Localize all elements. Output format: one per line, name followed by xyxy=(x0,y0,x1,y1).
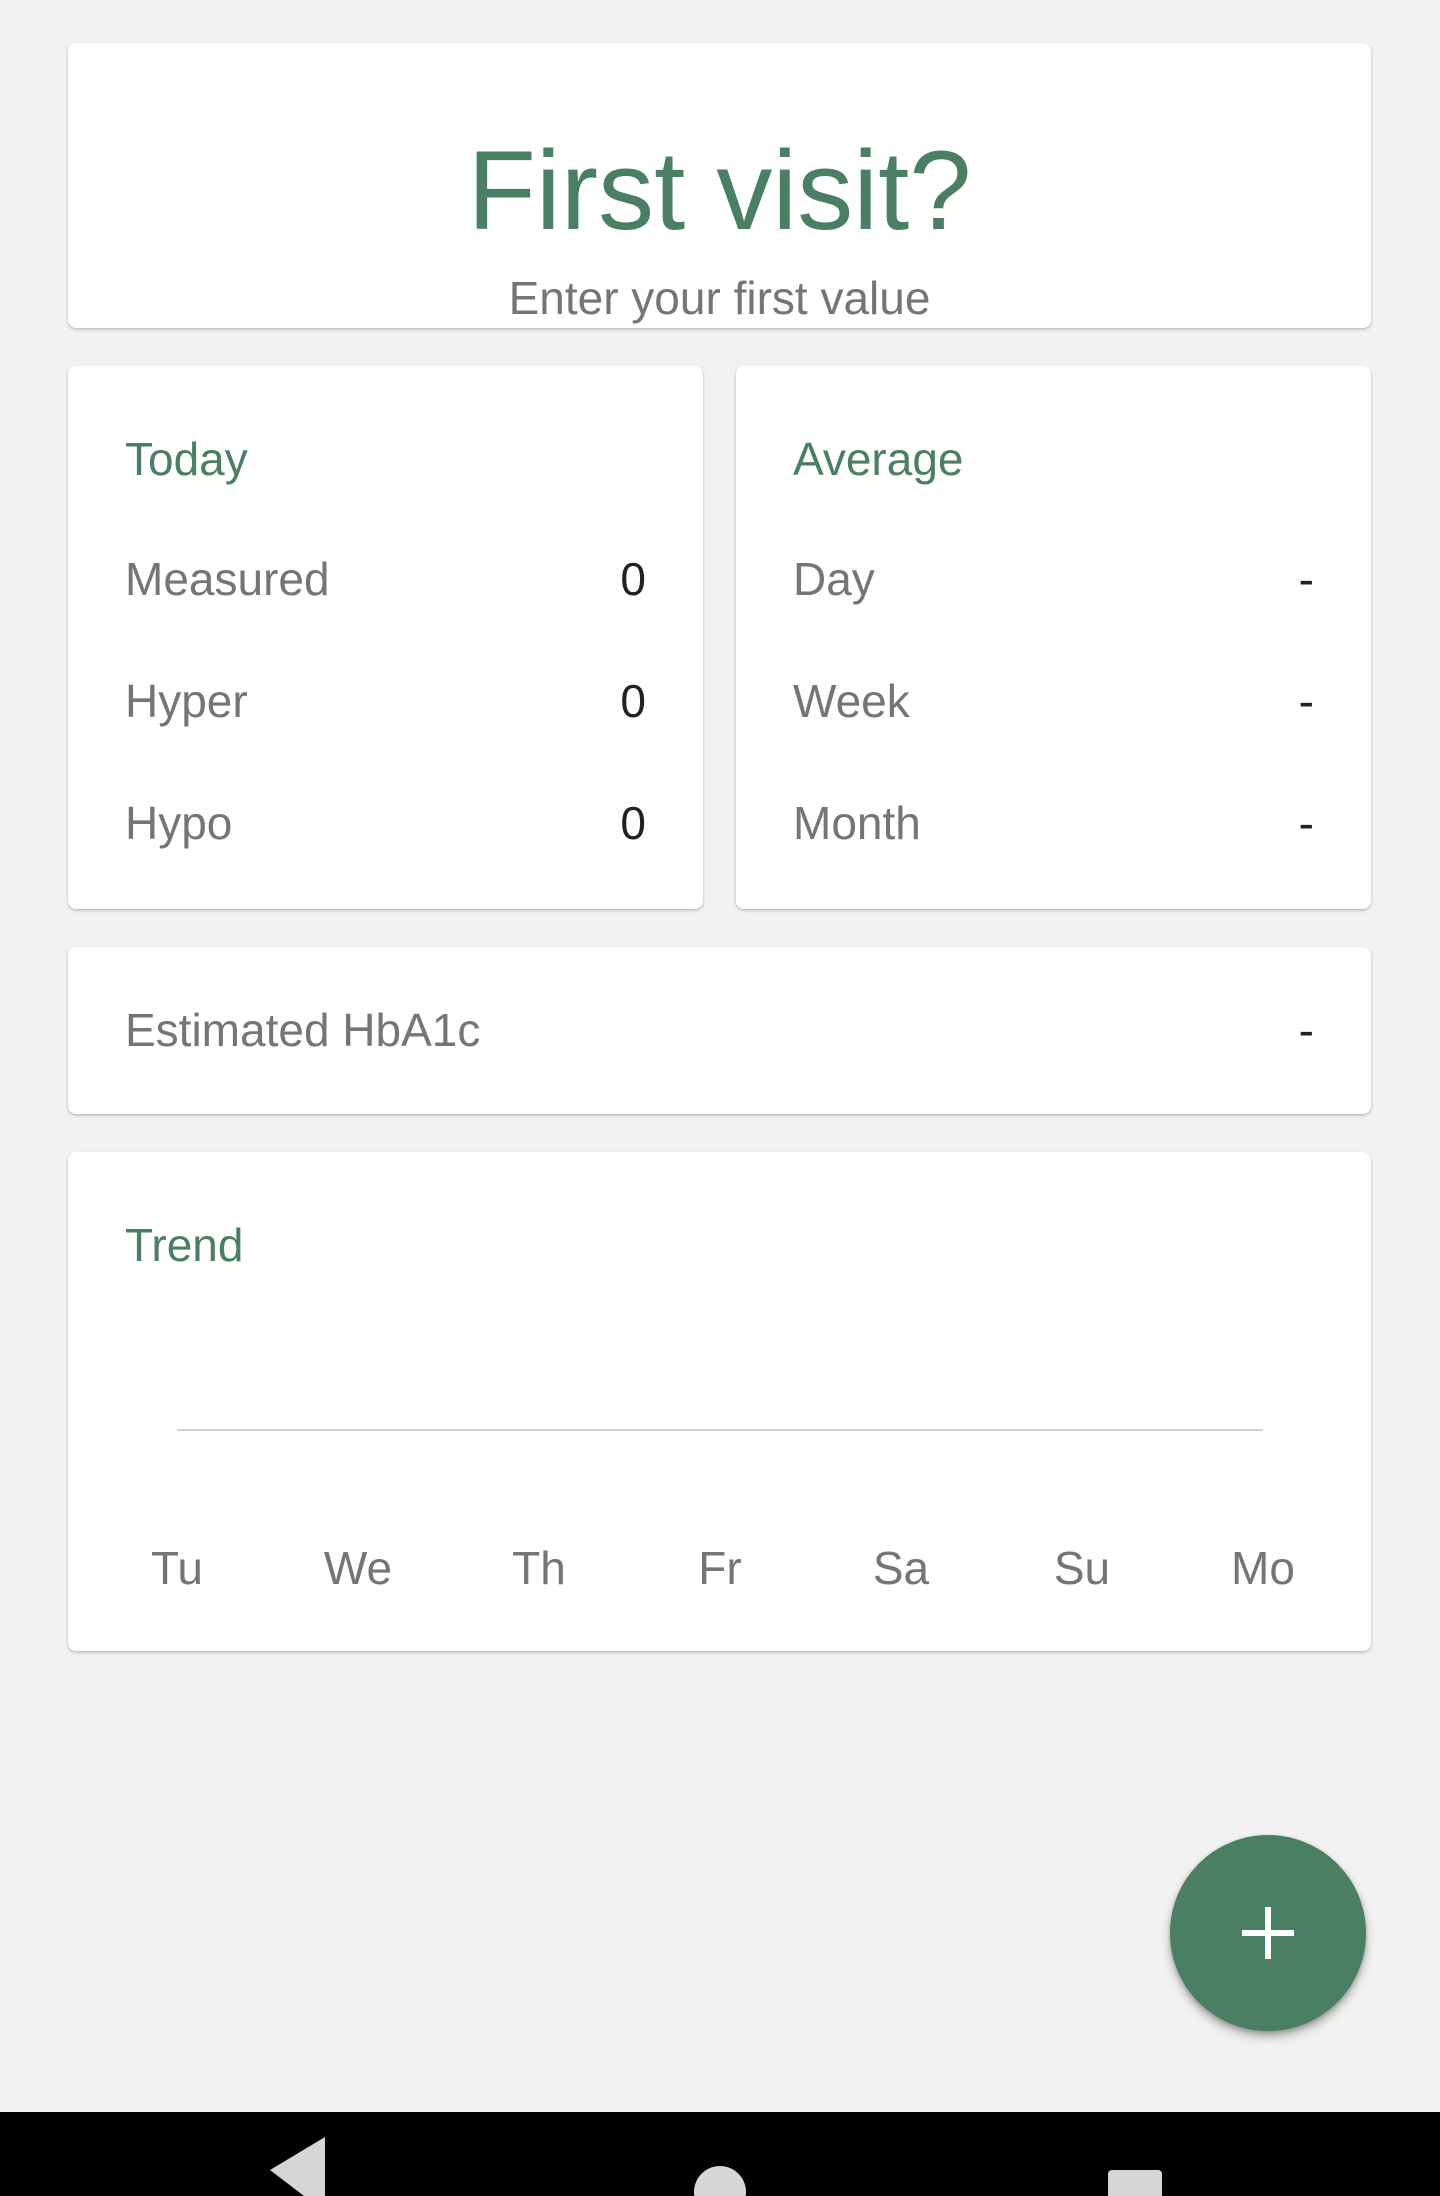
average-row-month: Month - xyxy=(793,793,1314,853)
stat-value: 0 xyxy=(620,797,646,849)
stat-value: - xyxy=(1298,797,1314,849)
x-tick-label: Mo xyxy=(1231,1542,1295,1594)
x-tick-label: Tu xyxy=(151,1542,203,1594)
today-heading: Today xyxy=(125,433,248,485)
home-circle-icon[interactable] xyxy=(694,2166,746,2196)
stat-label: Week xyxy=(793,675,910,727)
stat-label: Month xyxy=(793,797,921,849)
x-tick-label: We xyxy=(324,1542,392,1594)
stat-label: Hypo xyxy=(125,797,233,849)
average-row-day: Day - xyxy=(793,549,1314,609)
today-row-hypo: Hypo 0 xyxy=(125,793,646,853)
recents-square-icon[interactable] xyxy=(1108,2170,1162,2196)
today-row-hyper: Hyper 0 xyxy=(125,671,646,731)
page-subtitle: Enter your first value xyxy=(508,272,931,324)
stat-value: 0 xyxy=(620,675,646,727)
average-heading: Average xyxy=(793,433,964,485)
hba1c-card: Estimated HbA1c - xyxy=(68,947,1371,1114)
x-tick-label: Th xyxy=(512,1542,566,1594)
hba1c-row: Estimated HbA1c - xyxy=(125,1000,1314,1060)
page-title: First visit? xyxy=(467,128,972,253)
hba1c-label: Estimated HbA1c xyxy=(125,1004,481,1056)
hba1c-value: - xyxy=(1298,1004,1314,1056)
today-card: Today Measured 0 Hyper 0 Hypo 0 xyxy=(68,366,703,909)
stat-value: 0 xyxy=(620,553,646,605)
today-row-measured: Measured 0 xyxy=(125,549,646,609)
x-tick-label: Fr xyxy=(698,1542,741,1594)
back-triangle-icon[interactable] xyxy=(270,2137,325,2196)
stat-label: Measured xyxy=(125,553,330,605)
average-row-week: Week - xyxy=(793,671,1314,731)
x-tick-label: Su xyxy=(1054,1542,1110,1594)
stat-label: Day xyxy=(793,553,875,605)
navigation-bar xyxy=(0,2112,1440,2196)
average-card: Average Day - Week - Month - xyxy=(736,366,1371,909)
add-value-button[interactable] xyxy=(1170,1835,1366,2031)
welcome-card: First visit? Enter your first value xyxy=(68,43,1371,328)
stat-label: Hyper xyxy=(125,675,248,727)
stat-value: - xyxy=(1298,675,1314,727)
trend-card[interactable]: Trend Tu We Th Fr Sa Su Mo xyxy=(68,1152,1371,1651)
x-tick-label: Sa xyxy=(873,1542,930,1594)
stat-value: - xyxy=(1298,553,1314,605)
trend-chart: Tu We Th Fr Sa Su Mo xyxy=(151,1429,1295,1594)
